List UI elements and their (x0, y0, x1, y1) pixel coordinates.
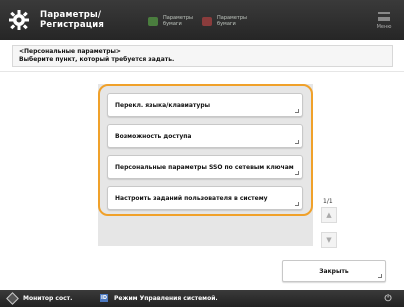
heading-line-2: Выберите пункт, который требуется задать… (19, 56, 175, 63)
triangle-down-icon: ▼ (326, 236, 332, 244)
close-button-label: Закрыть (319, 267, 349, 275)
top-header-bar: Параметры/ Регистрация Параметры бумаги … (0, 0, 404, 40)
status-monitor-label: Монитор сост. (23, 295, 73, 302)
bottom-status-bar: Монитор сост. ID Режим Управления систем… (0, 290, 404, 307)
system-mode-icon: ID (100, 294, 108, 302)
page-indicator: 1/1 (323, 198, 333, 205)
settings-registration-title-block[interactable]: Параметры/ Регистрация (6, 4, 104, 36)
status-monitor-button[interactable]: Монитор сост. (6, 292, 73, 305)
menu-button[interactable]: Меню (372, 8, 396, 34)
menu-label: Меню (376, 24, 392, 30)
corner-arrow-icon (378, 274, 382, 278)
page-title: Параметры/ Регистрация (40, 10, 105, 30)
gear-icon (6, 7, 32, 33)
divider (0, 71, 404, 72)
instruction-heading: <Персональные параметры> Выберите пункт,… (12, 45, 393, 67)
status-monitor-icon (6, 292, 19, 305)
paper-settings-green-indicator[interactable]: Параметры бумаги (148, 14, 193, 28)
scroll-down-button[interactable]: ▼ (321, 232, 337, 248)
heading-line-1: <Персональные параметры> (19, 48, 121, 55)
close-button[interactable]: Закрыть (282, 260, 386, 282)
pill-green-label: Параметры бумаги (163, 15, 193, 27)
pill-red-label: Параметры бумаги (217, 15, 247, 27)
paper-green-icon (148, 16, 158, 26)
system-mode-label: Режим Управления системой. (114, 294, 218, 302)
energy-saver-icon[interactable]: ⏻ (382, 293, 394, 304)
menu-icon (378, 12, 390, 21)
system-management-mode-indicator: ID Режим Управления системой. (100, 294, 218, 302)
triangle-up-icon: ▲ (326, 211, 332, 219)
scroll-up-button[interactable]: ▲ (321, 207, 337, 223)
selection-highlight (98, 84, 313, 216)
paper-settings-red-indicator[interactable]: Параметры бумаги (202, 14, 247, 28)
paper-red-icon (202, 16, 212, 26)
